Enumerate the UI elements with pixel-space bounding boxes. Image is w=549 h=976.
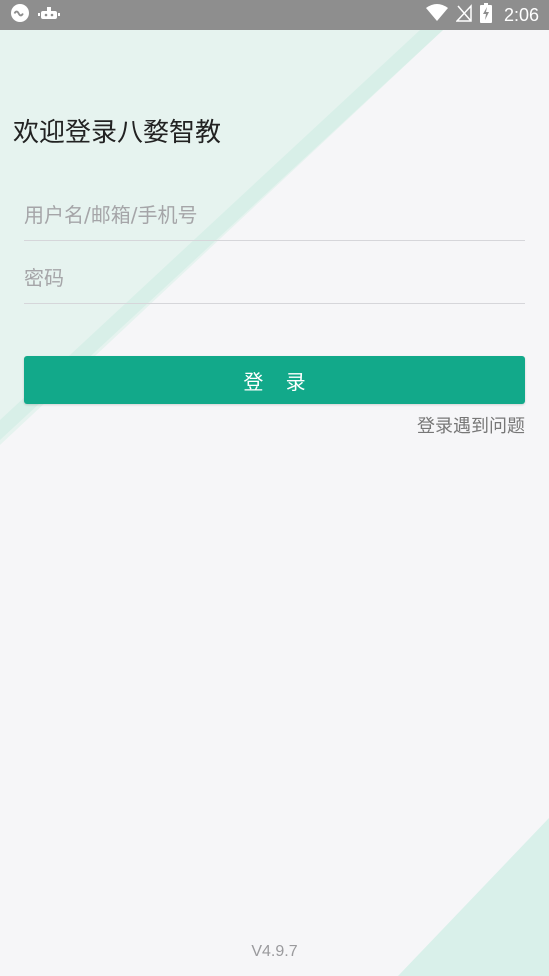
page-title: 欢迎登录八婺智教 xyxy=(13,118,222,148)
battery-charging-icon xyxy=(479,3,492,27)
password-field-container xyxy=(24,253,525,304)
android-debug-icon xyxy=(38,4,60,26)
status-bar: 2:06 xyxy=(0,0,549,30)
login-screen: 欢迎登录八婺智教 登 录 登录遇到问题 V4.9.7 xyxy=(0,0,549,976)
no-signal-icon xyxy=(455,4,472,26)
wifi-icon xyxy=(425,4,448,26)
password-input[interactable] xyxy=(24,253,525,303)
status-time: 2:06 xyxy=(503,4,539,25)
app-version: V4.9.7 xyxy=(251,943,298,960)
login-button[interactable]: 登 录 xyxy=(24,356,525,404)
username-input[interactable] xyxy=(24,190,525,240)
link-icon xyxy=(10,3,30,27)
login-help-link[interactable]: 登录遇到问题 xyxy=(417,412,525,438)
username-field-container xyxy=(24,190,525,241)
